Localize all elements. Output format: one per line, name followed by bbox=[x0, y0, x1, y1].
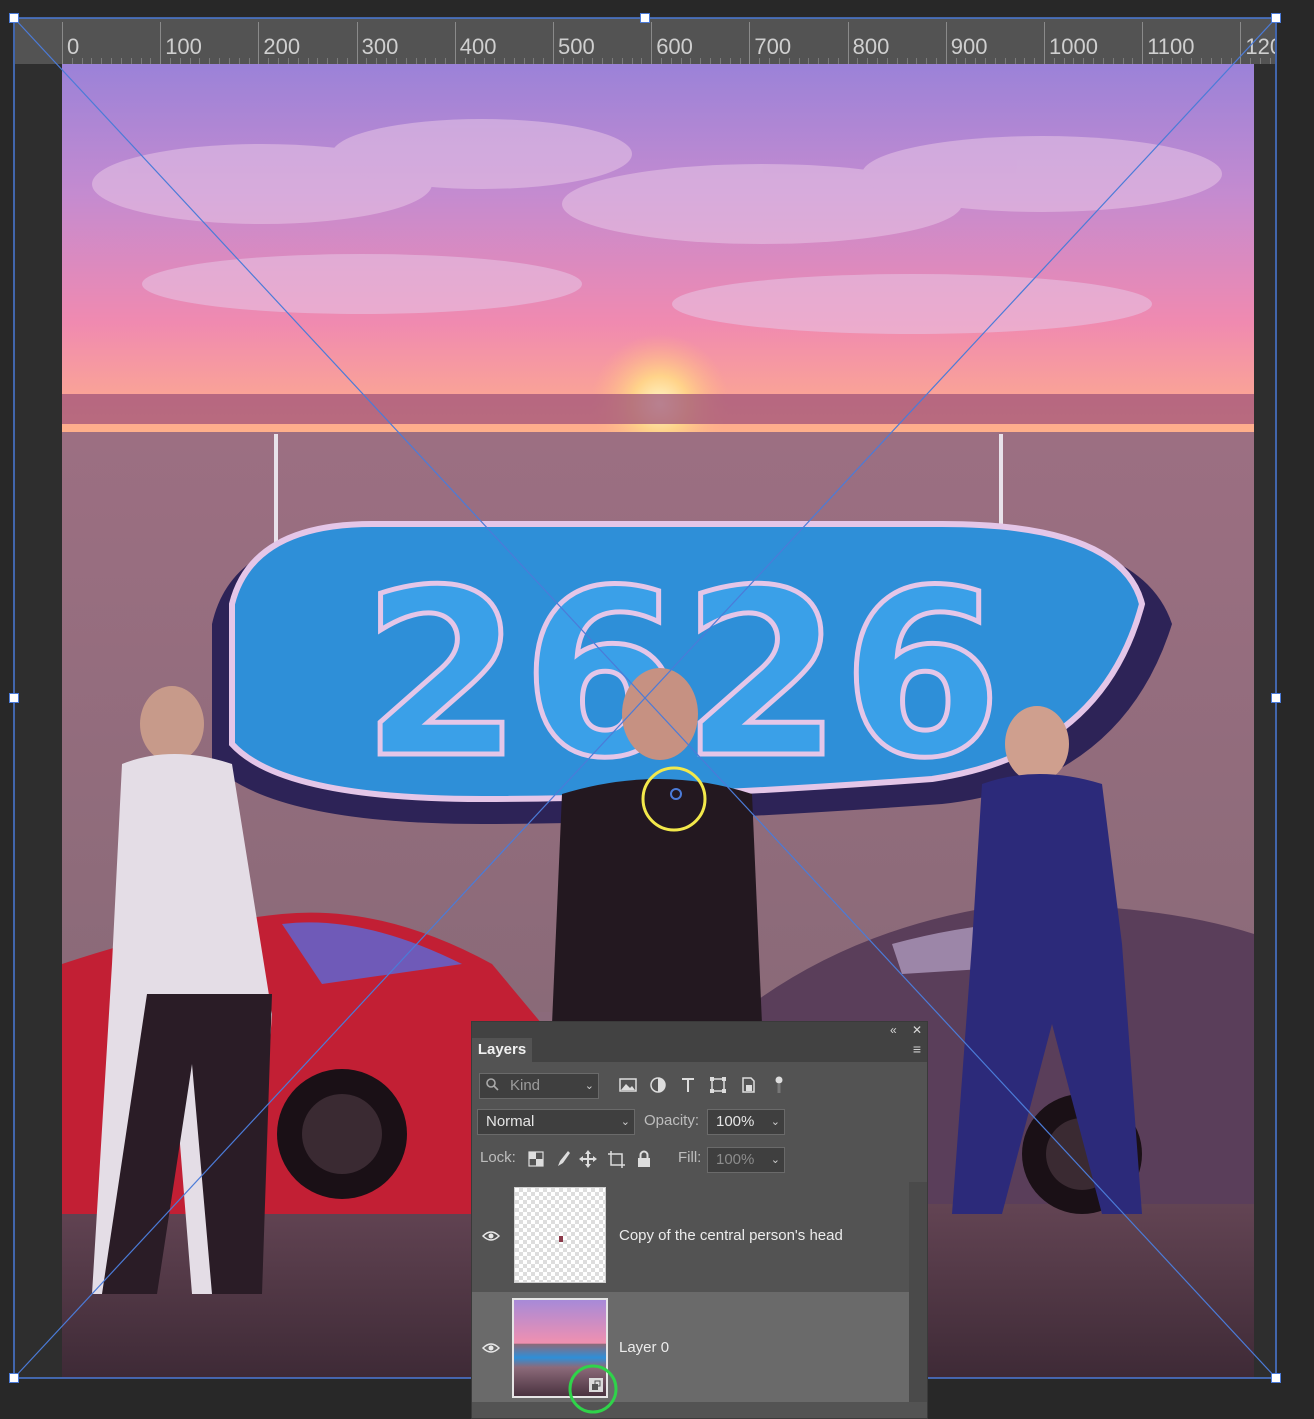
tab-layers[interactable]: Layers bbox=[472, 1038, 532, 1062]
ruler-tick bbox=[1044, 22, 1045, 64]
type-filter-icon[interactable] bbox=[678, 1075, 698, 1095]
layer-name[interactable]: Layer 0 bbox=[619, 1338, 669, 1358]
panel-menu-icon[interactable]: ≡ bbox=[913, 1041, 921, 1057]
horizontal-ruler[interactable]: 0 100 200 300 400 500 600 700 800 900 1000 1100 120 bbox=[15, 18, 1275, 64]
ruler-tick bbox=[749, 22, 751, 64]
ruler-tick bbox=[1142, 22, 1144, 64]
close-icon[interactable]: ✕ bbox=[912, 1022, 922, 1038]
fill-label: Fill: bbox=[678, 1149, 702, 1166]
canvas-gutter-right bbox=[1254, 64, 1275, 1378]
ruler-tick bbox=[258, 22, 260, 64]
ruler-label: 300 bbox=[361, 34, 399, 59]
ruler-label: 800 bbox=[852, 34, 890, 59]
transform-handle-middle-right[interactable] bbox=[1271, 693, 1281, 703]
ruler-tick bbox=[847, 22, 849, 64]
ruler-label: 1100 bbox=[1147, 34, 1195, 59]
smart-object-filter-icon[interactable] bbox=[738, 1075, 758, 1095]
image-filter-icon[interactable] bbox=[618, 1075, 638, 1095]
layer-thumbnail bbox=[514, 1187, 606, 1283]
ruler-tick bbox=[945, 22, 947, 64]
ruler-label: 900 bbox=[950, 34, 988, 59]
filter-toggle-icon[interactable] bbox=[772, 1075, 786, 1095]
transform-handle-top-center[interactable] bbox=[640, 13, 650, 23]
ruler-label: 500 bbox=[558, 34, 595, 59]
collapse-icon[interactable]: « bbox=[890, 1022, 897, 1038]
ruler-label: 100 bbox=[165, 34, 202, 59]
search-icon bbox=[486, 1078, 499, 1091]
lock-label: Lock: bbox=[480, 1149, 516, 1166]
head-pixel-preview bbox=[559, 1236, 563, 1242]
smart-object-badge-icon bbox=[589, 1378, 603, 1392]
layer-row-selected[interactable]: Layer 0 bbox=[472, 1292, 909, 1402]
shape-filter-icon[interactable] bbox=[708, 1075, 728, 1095]
panel-tab-row: Layers ≡ bbox=[472, 1038, 927, 1062]
lock-all-icon[interactable] bbox=[634, 1149, 654, 1169]
transform-handle-top-left[interactable] bbox=[9, 13, 19, 23]
layer-name[interactable]: Copy of the central person's head bbox=[619, 1226, 843, 1246]
transform-handle-bottom-right[interactable] bbox=[1271, 1373, 1281, 1383]
layer-row[interactable]: Copy of the central person's head bbox=[472, 1182, 909, 1292]
visibility-eye-icon[interactable] bbox=[482, 1230, 500, 1242]
graffiti-text: 2626 bbox=[362, 542, 1002, 809]
ruler-tick bbox=[1240, 22, 1242, 64]
lock-image-pixels-icon[interactable] bbox=[552, 1149, 572, 1169]
ruler-label: 200 bbox=[263, 34, 301, 59]
transform-handle-bottom-left[interactable] bbox=[9, 1373, 19, 1383]
ruler-label: 1000 bbox=[1049, 34, 1098, 59]
visibility-eye-icon[interactable] bbox=[482, 1342, 500, 1354]
ruler-tick bbox=[160, 22, 162, 64]
ruler-tick bbox=[62, 22, 63, 64]
lock-artboard-icon[interactable] bbox=[606, 1149, 626, 1169]
transform-handle-middle-left[interactable] bbox=[9, 693, 19, 703]
layers-scrollbar[interactable] bbox=[909, 1182, 927, 1402]
ruler-tick bbox=[356, 22, 358, 64]
transform-handle-top-right[interactable] bbox=[1271, 13, 1281, 23]
ruler-tick bbox=[651, 22, 653, 64]
blend-mode-select[interactable]: Normal ⌄ bbox=[477, 1109, 635, 1135]
layers-panel[interactable]: « ✕ Layers ≡ Kind ⌄ Normal ⌄ Opacity: 10… bbox=[471, 1021, 928, 1419]
fill-field[interactable]: 100% ⌄ bbox=[707, 1147, 785, 1173]
ruler-label: 700 bbox=[754, 34, 792, 59]
lock-transparent-pixels-icon[interactable] bbox=[526, 1149, 546, 1169]
panel-titlebar[interactable]: « ✕ bbox=[472, 1022, 927, 1038]
lock-position-icon[interactable] bbox=[578, 1149, 598, 1169]
ruler-tick bbox=[454, 22, 456, 64]
opacity-label: Opacity: bbox=[644, 1112, 700, 1129]
ruler-label: 600 bbox=[656, 34, 693, 59]
horizon-clouds bbox=[62, 394, 1254, 424]
ruler-tick bbox=[553, 22, 554, 64]
canvas-gutter-left bbox=[15, 64, 62, 1378]
adjustment-filter-icon[interactable] bbox=[648, 1075, 668, 1095]
opacity-field[interactable]: 100% ⌄ bbox=[707, 1109, 785, 1135]
ruler-label: 120 bbox=[1245, 34, 1275, 59]
ruler-label: 0 bbox=[67, 34, 80, 59]
ruler-label: 400 bbox=[459, 34, 497, 59]
